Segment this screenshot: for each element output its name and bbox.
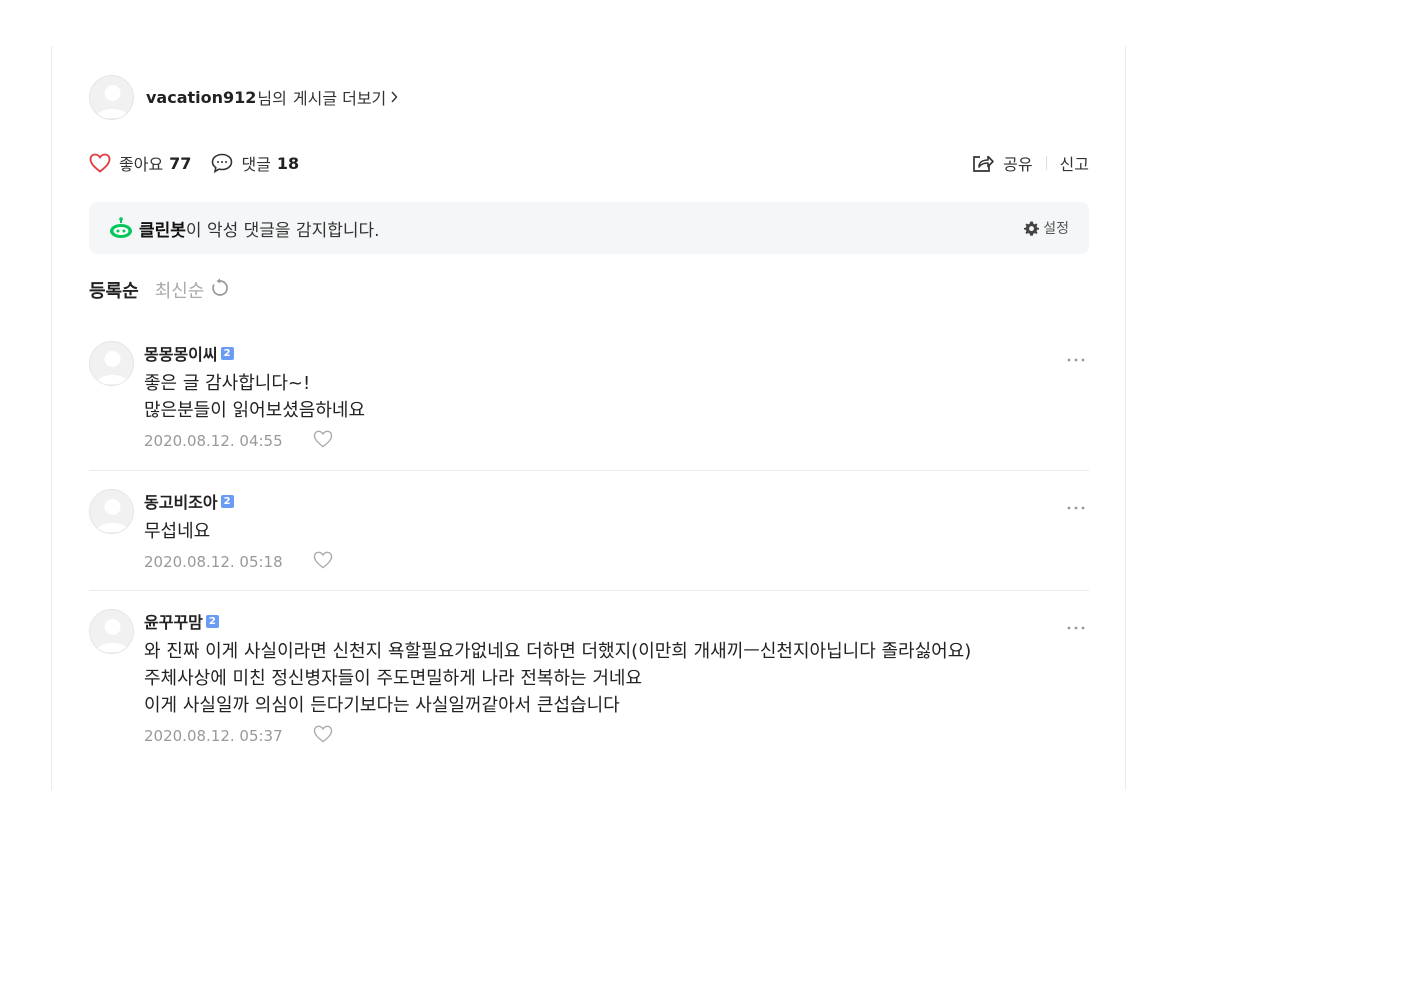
comment-text: 좋은 글 감사합니다~! 많은분들이 읽어보셨음하네요 <box>144 373 366 421</box>
comment-date: 2020.08.12. 05:18 <box>144 553 283 571</box>
comment-sort: 등록순 최신순 <box>89 276 230 304</box>
comment-label: 댓글 <box>241 155 271 174</box>
refresh-icon[interactable] <box>210 278 230 302</box>
chevron-right-icon[interactable] <box>390 88 398 107</box>
avatar-placeholder-icon <box>96 499 129 532</box>
more-dots-icon[interactable] <box>1067 347 1085 366</box>
avatar-placeholder-icon <box>96 351 129 384</box>
like-count: 77 <box>169 153 192 173</box>
commenter-avatar[interactable] <box>89 341 134 386</box>
comment-date: 2020.08.12. 04:55 <box>144 432 283 450</box>
like-label: 좋아요 <box>119 155 164 174</box>
sort-latest[interactable]: 최신순 <box>155 277 205 303</box>
cleanbot-bar: 클린봇 이 악성 댓글을 감지합니다. 설정 <box>89 202 1089 254</box>
commenter-nickname[interactable]: 동고비조아 <box>144 489 218 513</box>
author-row[interactable]: vacation912 님의 게시글 더보기 <box>89 74 398 120</box>
more-posts-link[interactable]: 게시글 더보기 <box>293 85 386 109</box>
cleanbot-name: 클린봇 <box>139 220 186 241</box>
cleanbot-settings-label: 설정 <box>1043 221 1069 237</box>
comment-date: 2020.08.12. 05:37 <box>144 727 283 745</box>
author-avatar[interactable] <box>89 74 134 120</box>
sort-registered[interactable]: 등록순 <box>89 277 139 303</box>
report-label: 신고 <box>1059 155 1089 174</box>
avatar-placeholder-icon <box>96 84 129 118</box>
comment-item: 동고비조아 2 무섭네요 2020.08.12. 05:18 <box>89 489 1089 579</box>
member-level-badge: 2 <box>205 614 219 628</box>
commenter-nickname[interactable]: 몽몽몽이씨 <box>144 341 218 365</box>
more-dots-icon[interactable] <box>1067 495 1085 514</box>
cleanbot-settings-button[interactable]: 설정 <box>1024 218 1069 238</box>
member-level-badge: 2 <box>220 346 234 360</box>
commenter-nickname[interactable]: 윤꾸꾸맘 <box>144 609 203 633</box>
comment-divider <box>89 590 1089 591</box>
cleanbot-message: 이 악성 댓글을 감지합니다. <box>185 220 380 241</box>
gear-icon <box>1024 220 1040 236</box>
comment-item: 윤꾸꾸맘 2 와 진짜 이게 사실이라면 신천지 욕할필요가없네요 더하면 더했… <box>89 609 1089 784</box>
share-icon <box>973 155 994 172</box>
commenter-avatar[interactable] <box>89 609 134 654</box>
like-button[interactable]: 좋아요 77 <box>89 151 191 175</box>
comment-panel: vacation912 님의 게시글 더보기 좋아요 77 댓글 18 공유 신… <box>51 46 1126 790</box>
comment-bubble-icon <box>212 153 233 173</box>
comment-text: 와 진짜 이게 사실이라면 신천지 욕할필요가없네요 더하면 더했지(이만희 개… <box>144 641 972 716</box>
report-button[interactable]: 신고 <box>1060 151 1089 175</box>
comment-count-button[interactable]: 댓글 18 <box>211 151 299 175</box>
author-suffix: 님의 <box>257 89 287 108</box>
comment-count: 18 <box>276 153 300 173</box>
comment-like-heart-icon[interactable] <box>313 725 333 747</box>
share-label: 공유 <box>1003 155 1033 174</box>
heart-icon <box>89 153 111 173</box>
share-button[interactable]: 공유 <box>971 151 1033 175</box>
action-divider <box>1045 156 1047 170</box>
avatar-placeholder-icon <box>96 619 129 652</box>
comment-like-heart-icon[interactable] <box>313 551 333 573</box>
commenter-avatar[interactable] <box>89 489 134 534</box>
cleanbot-icon <box>110 217 132 238</box>
comment-like-heart-icon[interactable] <box>313 430 333 452</box>
member-level-badge: 2 <box>220 494 234 508</box>
comment-text: 무섭네요 <box>144 521 211 542</box>
action-bar: 좋아요 77 댓글 18 공유 신고 <box>89 146 1089 180</box>
comment-divider <box>89 470 1089 471</box>
comment-item: 몽몽몽이씨 2 좋은 글 감사합니다~! 많은분들이 읽어보셨음하네요 2020… <box>89 341 1089 456</box>
more-dots-icon[interactable] <box>1067 615 1085 634</box>
author-name[interactable]: vacation912 <box>146 88 256 107</box>
